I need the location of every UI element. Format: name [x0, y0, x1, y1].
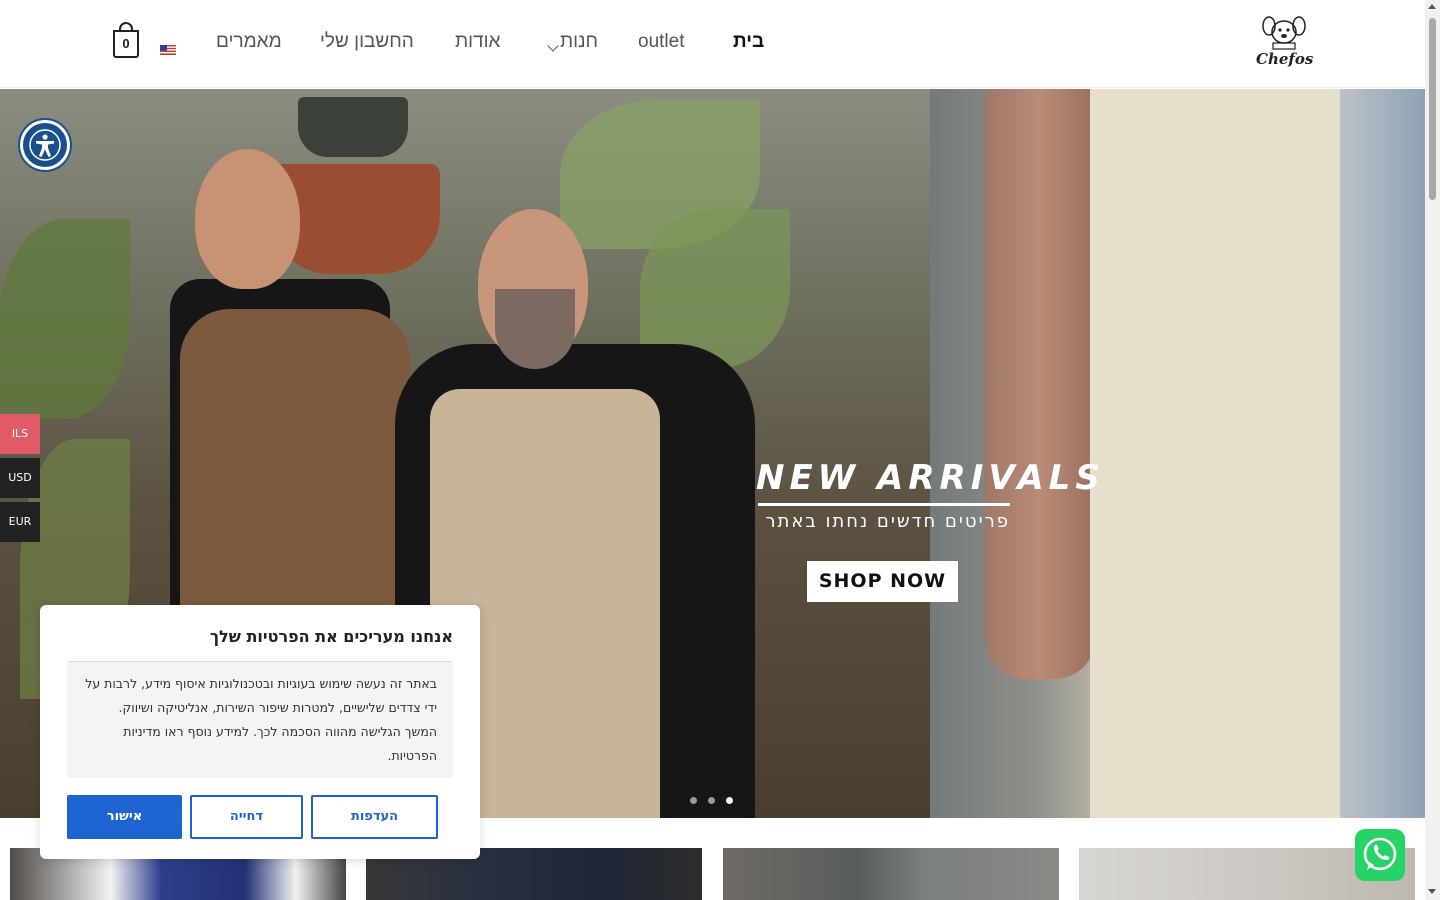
nav-item-about[interactable]: אודות [455, 31, 500, 53]
hero-divider [758, 503, 1010, 506]
product-card[interactable] [723, 848, 1059, 900]
nav-item-shop[interactable]: חנות [560, 31, 598, 53]
chevron-down-icon[interactable] [547, 40, 559, 52]
shop-now-button[interactable]: SHOP NOW [807, 561, 958, 602]
currency-usd[interactable]: USD [0, 458, 40, 498]
cookie-body-text: באתר זה נעשה שימוש בעוגיות ובטכנולוגיות … [67, 661, 453, 778]
cookie-reject-button[interactable]: דחייה [190, 795, 303, 839]
us-flag-icon[interactable] [160, 40, 176, 55]
hero-title: NEW ARRIVALS [756, 458, 1105, 498]
plant-pot [298, 97, 408, 157]
whatsapp-button[interactable] [1355, 829, 1405, 881]
currency-ils[interactable]: ILS [0, 414, 40, 454]
currency-eur[interactable]: EUR [0, 502, 40, 542]
accessibility-icon [29, 129, 61, 161]
accessibility-button[interactable] [20, 120, 70, 170]
hero-subtitle: פריטים חדשים נחתו באתר [765, 511, 1010, 532]
slider-dot[interactable] [708, 797, 715, 804]
scrollbar-thumb[interactable] [1429, 18, 1436, 200]
nav-item-my-account[interactable]: החשבון שלי [320, 31, 414, 53]
whatsapp-icon [1363, 837, 1397, 871]
cookie-title: אנחנו מעריכים את הפרטיות שלך [209, 627, 453, 646]
hero-arm [985, 89, 1095, 679]
person-left-face [195, 149, 300, 289]
logo-text[interactable]: Chefos [1256, 50, 1313, 68]
foliage [0, 219, 130, 419]
nav-item-articles[interactable]: מאמרים [216, 31, 282, 53]
scroll-down-arrow-icon[interactable] [1428, 889, 1436, 894]
scroll-up-arrow-icon[interactable] [1428, 4, 1436, 9]
person-right-beard [495, 289, 575, 369]
nav-item-home[interactable]: בית [733, 31, 764, 53]
hero-apron-closeup [1090, 89, 1340, 818]
site-header: Chefos בית outlet חנות אודות החשבון שלי … [0, 0, 1425, 88]
cookie-preferences-button[interactable]: העדפות [311, 795, 438, 839]
cookie-consent-dialog: אנחנו מעריכים את הפרטיות שלך באתר זה נעש… [40, 605, 480, 859]
cookie-accept-button[interactable]: אישור [67, 795, 182, 839]
nav-item-outlet[interactable]: outlet [638, 31, 684, 53]
cart-count: 0 [122, 36, 130, 51]
slider-dot[interactable] [690, 797, 697, 804]
slider-dot-active[interactable] [726, 797, 733, 804]
